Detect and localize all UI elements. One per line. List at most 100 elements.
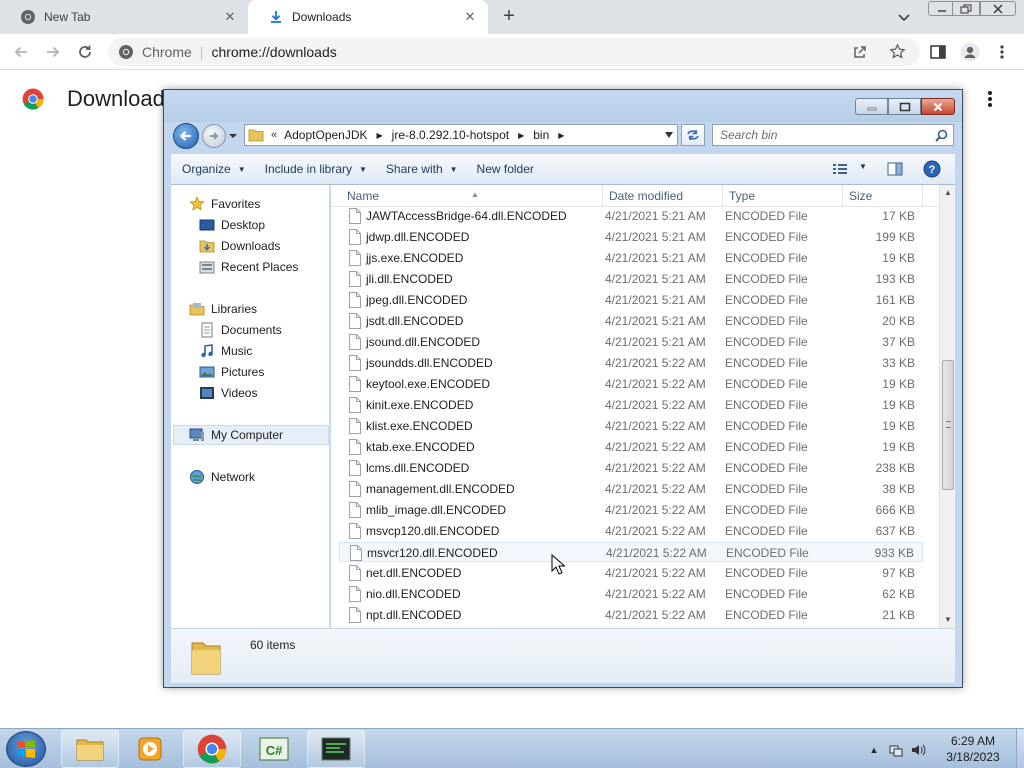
omnibox[interactable]: Chrome | chrome://downloads: [108, 38, 920, 66]
kebab-menu-icon[interactable]: [996, 43, 1008, 61]
help-icon[interactable]: ?: [923, 160, 941, 178]
new-folder-button[interactable]: New folder: [477, 162, 534, 176]
file-type: ENCODED File: [726, 546, 809, 560]
close-icon[interactable]: ✕: [462, 9, 478, 25]
table-row[interactable]: jpeg.dll.ENCODED 4/21/2021 5:21 AM ENCODED…: [339, 290, 923, 310]
table-row[interactable]: msvcr120.dll.ENCODED 4/21/2021 5:22 AM ENC…: [339, 542, 923, 562]
file-date: 4/21/2021 5:22 AM: [606, 546, 707, 560]
table-row[interactable]: jjs.exe.ENCODED 4/21/2021 5:21 AM ENCODED …: [339, 248, 923, 268]
address-overflow-chevron[interactable]: «: [271, 129, 277, 141]
address-segment[interactable]: bin: [533, 128, 549, 142]
table-row[interactable]: mlib_image.dll.ENCODED 4/21/2021 5:22 AM E…: [339, 500, 923, 520]
reload-icon[interactable]: [76, 43, 94, 61]
organize-menu[interactable]: Organize ▼: [182, 162, 246, 176]
scroll-up-arrow-icon[interactable]: ▲: [940, 185, 956, 201]
table-row[interactable]: jsdt.dll.ENCODED 4/21/2021 5:21 AM ENCODED…: [339, 311, 923, 331]
taskbar-terminal[interactable]: [307, 730, 365, 768]
show-hidden-icons-icon[interactable]: ▲: [866, 742, 882, 758]
taskbar-file-explorer[interactable]: [61, 730, 119, 768]
new-tab-button[interactable]: +: [498, 6, 520, 28]
close-window-button[interactable]: [980, 1, 1016, 16]
network-status-icon[interactable]: [888, 742, 904, 758]
table-row[interactable]: kinit.exe.ENCODED 4/21/2021 5:22 AM ENCODE…: [339, 395, 923, 415]
back-button[interactable]: [173, 123, 199, 149]
search-box[interactable]: [712, 124, 954, 146]
nav-my-computer[interactable]: My Computer: [173, 425, 329, 445]
taskbar-chrome[interactable]: [183, 730, 241, 768]
table-row[interactable]: klist.exe.ENCODED 4/21/2021 5:22 AM ENCODE…: [339, 416, 923, 436]
share-icon[interactable]: [852, 44, 868, 60]
scroll-thumb[interactable]: [942, 360, 954, 490]
taskbar-media-player[interactable]: [121, 730, 179, 768]
view-options-icon[interactable]: [833, 163, 847, 175]
tab-downloads[interactable]: Downloads ✕: [248, 0, 488, 34]
table-row[interactable]: nio.dll.ENCODED 4/21/2021 5:22 AM ENCODED …: [339, 584, 923, 604]
taskbar-csharp-editor[interactable]: C#: [245, 730, 303, 768]
forward-button[interactable]: [202, 124, 226, 148]
start-button[interactable]: [6, 731, 46, 767]
table-row[interactable]: JAWTAccessBridge-64.dll.ENCODED 4/21/2021…: [339, 207, 923, 226]
scroll-down-arrow-icon[interactable]: ▼: [940, 612, 956, 628]
nav-favorites[interactable]: Favorites: [189, 194, 345, 214]
table-row[interactable]: msvcp120.dll.ENCODED 4/21/2021 5:22 AM ENC…: [339, 521, 923, 541]
new-folder-label: New folder: [476, 162, 534, 176]
address-segment[interactable]: jre-8.0.292.10-hotspot: [392, 128, 509, 142]
chevron-right-icon[interactable]: ▶: [558, 131, 564, 140]
nav-libraries[interactable]: Libraries: [189, 299, 345, 319]
chevron-right-icon[interactable]: ▶: [518, 131, 524, 140]
table-row[interactable]: net.dll.ENCODED 4/21/2021 5:22 AM ENCODED …: [339, 563, 923, 583]
address-segment[interactable]: AdoptOpenJDK: [284, 128, 367, 142]
column-name[interactable]: Name ▲: [341, 185, 603, 207]
explorer-close-button[interactable]: [921, 98, 955, 115]
nav-label: Network: [211, 470, 256, 484]
file-rows: JAWTAccessBridge-64.dll.ENCODED 4/21/2021…: [331, 207, 939, 628]
kebab-menu-icon[interactable]: [984, 88, 996, 110]
table-row[interactable]: jli.dll.ENCODED 4/21/2021 5:21 AM ENCODED …: [339, 269, 923, 289]
include-in-library-menu[interactable]: Include in library ▼: [265, 162, 367, 176]
preview-pane-icon[interactable]: [887, 162, 903, 176]
table-row[interactable]: ktab.exe.ENCODED 4/21/2021 5:22 AM ENCODED…: [339, 437, 923, 457]
column-date-modified[interactable]: Date modified: [603, 185, 723, 207]
volume-icon[interactable]: [910, 742, 926, 758]
back-arrow-icon: [179, 131, 191, 141]
nav-network[interactable]: Network: [189, 467, 345, 487]
back-arrow-icon[interactable]: [12, 43, 30, 61]
table-row[interactable]: jsound.dll.ENCODED 4/21/2021 5:21 AM ENCOD…: [339, 332, 923, 352]
table-row[interactable]: keytool.exe.ENCODED 4/21/2021 5:22 AM ENCO…: [339, 374, 923, 394]
table-row[interactable]: lcms.dll.ENCODED 4/21/2021 5:22 AM ENCODED…: [339, 458, 923, 478]
side-panel-icon[interactable]: [929, 43, 947, 61]
url-text[interactable]: chrome://downloads: [211, 44, 336, 60]
caret-down-icon[interactable]: ▼: [859, 162, 867, 171]
chrome-icon: [21, 10, 35, 24]
address-bar[interactable]: « AdoptOpenJDK ▶ jre-8.0.292.10-hotspot …: [244, 124, 678, 146]
table-row[interactable]: jsoundds.dll.ENCODED 4/21/2021 5:22 AM ENC…: [339, 353, 923, 373]
table-row[interactable]: npt.dll.ENCODED 4/21/2021 5:22 AM ENCODED …: [339, 605, 923, 625]
show-desktop-button[interactable]: [1016, 729, 1024, 768]
explorer-maximize-button[interactable]: [888, 98, 921, 115]
file-type: ENCODED File: [725, 335, 808, 349]
share-with-menu[interactable]: Share with ▼: [386, 162, 458, 176]
search-input[interactable]: [713, 128, 923, 142]
star-icon[interactable]: [889, 43, 906, 60]
forward-arrow-icon[interactable]: [44, 43, 62, 61]
tab-new-tab[interactable]: New Tab ✕: [0, 0, 248, 34]
star-icon: [189, 196, 205, 211]
chevron-down-icon[interactable]: [665, 132, 673, 138]
table-row[interactable]: management.dll.ENCODED 4/21/2021 5:22 AM E…: [339, 479, 923, 499]
restore-button[interactable]: [952, 1, 980, 16]
refresh-button[interactable]: [681, 124, 705, 146]
profile-avatar-icon[interactable]: [960, 42, 980, 62]
page-title: Downloads: [67, 86, 176, 111]
chevron-right-icon[interactable]: ▶: [377, 131, 383, 140]
search-icon[interactable]: [935, 129, 948, 142]
close-icon[interactable]: ✕: [222, 9, 238, 25]
vertical-scrollbar[interactable]: ▲ ▼: [939, 185, 955, 628]
table-row[interactable]: jdwp.dll.ENCODED 4/21/2021 5:21 AM ENCODED…: [339, 227, 923, 247]
column-type[interactable]: Type: [723, 185, 843, 207]
taskbar-clock[interactable]: 6:29 AM 3/18/2023: [930, 733, 1016, 765]
chevron-down-icon[interactable]: [896, 9, 912, 25]
explorer-title-bar[interactable]: [164, 90, 962, 122]
chevron-down-icon[interactable]: [228, 132, 238, 140]
explorer-minimize-button[interactable]: [855, 98, 888, 115]
column-size[interactable]: Size: [843, 185, 923, 207]
